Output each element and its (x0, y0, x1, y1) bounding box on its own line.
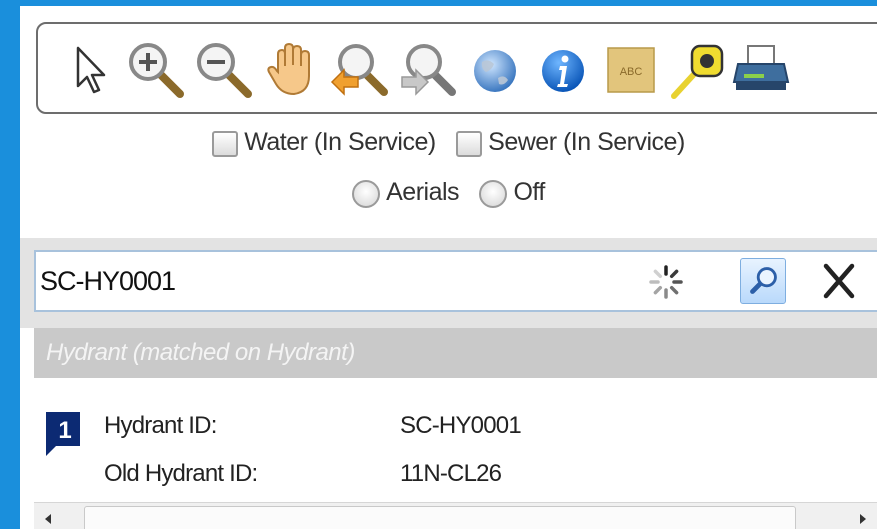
result-group-header[interactable]: Hydrant (matched on Hydrant) (34, 328, 877, 378)
full-extent-globe-icon (474, 50, 516, 92)
map-widget-panel: ABC Water (In Service) Sewer (In Service… (20, 6, 877, 529)
result-marker-number: 1 (58, 417, 71, 444)
label-abc-text: ABC (620, 66, 643, 78)
off-label: Off (513, 178, 545, 206)
pan-tool-button[interactable] (260, 38, 322, 100)
zoom-out-tool-button[interactable] (192, 38, 254, 100)
aerials-label: Aerials (386, 178, 460, 206)
print-tool-button[interactable] (730, 38, 792, 100)
zoom-out-icon (197, 43, 252, 98)
result-item[interactable]: 1 Hydrant ID: SC-HY0001 Old Hydrant ID: … (34, 378, 877, 502)
arrow-left-icon (45, 514, 51, 524)
magnifier-icon (750, 267, 777, 294)
search-box (34, 250, 877, 312)
sewer-in-service-label: Sewer (In Service) (488, 128, 685, 156)
result-marker-icon: 1 (46, 412, 80, 456)
measure-tape-icon (671, 44, 724, 99)
search-button[interactable] (740, 258, 786, 304)
aerials-radio[interactable] (352, 180, 381, 208)
zoom-in-tool-button[interactable] (124, 38, 186, 100)
zoom-previous-icon (330, 44, 388, 96)
loading-spinner-icon (649, 265, 683, 299)
measure-tool-button[interactable] (668, 38, 730, 100)
zoom-next-icon (401, 44, 456, 96)
scroll-right-button[interactable] (849, 503, 877, 529)
full-extent-tool-button[interactable] (464, 38, 526, 100)
sewer-in-service-checkbox[interactable] (456, 131, 483, 157)
hydrant-id-value: SC-HY0001 (400, 412, 522, 439)
label-tool-button[interactable]: ABC (600, 38, 662, 100)
arrow-right-icon (860, 514, 866, 524)
old-hydrant-id-value: 11N-CL26 (400, 460, 502, 487)
search-bar (20, 238, 877, 328)
print-icon (732, 45, 790, 90)
scroll-left-button[interactable] (34, 503, 62, 529)
water-in-service-label: Water (In Service) (244, 128, 436, 156)
scroll-thumb[interactable] (84, 506, 796, 529)
close-icon (823, 263, 855, 299)
pan-hand-icon (267, 42, 310, 96)
map-toolbar: ABC (36, 22, 877, 114)
off-radio[interactable] (479, 180, 508, 208)
label-abc-icon: ABC (607, 47, 655, 93)
pointer-tool-button[interactable] (60, 38, 122, 100)
basemap-toggles: Aerials Off (20, 178, 877, 208)
clear-search-button[interactable] (816, 258, 862, 304)
identify-info-icon (542, 50, 584, 92)
identify-tool-button[interactable] (532, 38, 594, 100)
old-hydrant-id-label: Old Hydrant ID: (104, 460, 258, 487)
zoom-next-tool-button[interactable] (396, 38, 458, 100)
zoom-previous-tool-button[interactable] (328, 38, 390, 100)
hydrant-id-label: Hydrant ID: (104, 412, 217, 439)
pointer-icon (76, 46, 106, 94)
service-layer-toggles: Water (In Service) Sewer (In Service) (20, 128, 877, 157)
water-in-service-checkbox[interactable] (212, 131, 239, 157)
horizontal-scrollbar[interactable] (34, 502, 877, 529)
search-input[interactable] (40, 258, 600, 304)
zoom-in-icon (129, 43, 184, 98)
